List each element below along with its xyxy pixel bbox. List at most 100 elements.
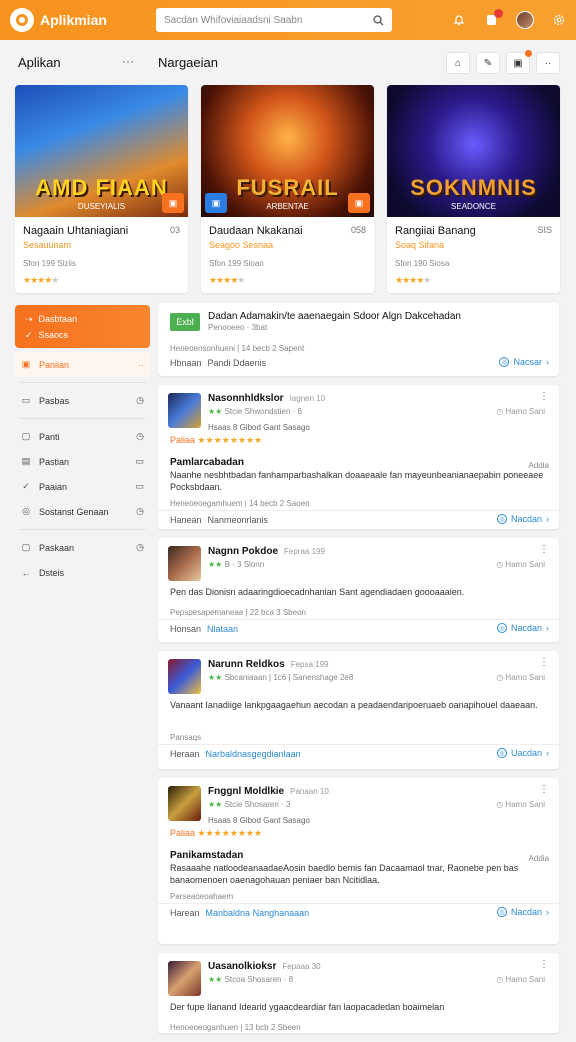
- sidebar-item-action-icon[interactable]: ▭: [135, 481, 144, 492]
- post-cta-button[interactable]: ◎ Uacdan ›: [496, 748, 549, 758]
- post-cta-button[interactable]: ◎ Nacdan ›: [496, 514, 549, 524]
- post-body: Naanhe nesbhtbadan fanhamparbashalkan do…: [170, 470, 544, 492]
- post-card[interactable]: Nagnn Pokdoe Fepraa 199 ★★ B · 3 Slonn ⋮ …: [158, 538, 559, 642]
- post-app-name[interactable]: Nasonnhldkslor Iagnen 10: [208, 393, 325, 404]
- featured-card[interactable]: SOKNMNIS SEADONCE Rangiiai Banang SIS So…: [387, 85, 560, 293]
- more-options-icon[interactable]: ··: [536, 52, 560, 74]
- home-icon[interactable]: ⌂: [446, 52, 470, 74]
- sidebar-item-action-icon[interactable]: ▭: [135, 456, 144, 467]
- sidebar-item-action-icon[interactable]: ◷: [136, 542, 144, 553]
- sidebar-active-item-1[interactable]: ⇢ Dasbtaan: [25, 311, 140, 327]
- post-cta-button[interactable]: ◎ Nacdan ›: [496, 907, 549, 917]
- sidebar-item-label: Paskaan: [39, 542, 75, 553]
- edit-icon[interactable]: ✎: [476, 52, 500, 74]
- sidebar-item[interactable]: ▤ Pastian ▭: [15, 449, 150, 474]
- post-time: Fepaaa 30: [282, 962, 321, 971]
- sidebar-item[interactable]: ← Dsteis: [15, 560, 150, 585]
- post-footer-link[interactable]: Narbaldnasgegdianlaan: [206, 749, 301, 759]
- post-footer: Harean Manbaldna Nanghanaaan: [170, 908, 310, 918]
- sidebar-item[interactable]: ▣ Paniian ··: [15, 352, 150, 377]
- play-icon[interactable]: ▣: [348, 193, 370, 213]
- game-cover-image[interactable]: AMD FIAAN DUSEYIALIS ▣: [15, 85, 188, 217]
- sidebar-item-icon: ▤: [21, 456, 31, 466]
- apps-section-title: Aplikan: [18, 55, 61, 70]
- sidebar-item[interactable]: ▢ Paskaan ◷: [15, 535, 150, 560]
- mini-rating-icon: ★★: [208, 673, 223, 682]
- follow-button[interactable]: ◷ Hamo Sani: [496, 673, 545, 682]
- app-logo[interactable]: Aplikmian: [10, 8, 156, 32]
- inbox-icon[interactable]: ▣: [506, 50, 532, 74]
- post-footer: Honsan Nlataan: [170, 624, 239, 634]
- post-more-icon[interactable]: ⋮: [539, 391, 549, 402]
- star-rating: ★★★★★: [395, 275, 431, 285]
- search-icon[interactable]: [373, 14, 384, 26]
- sidebar-item-icon: ◎: [22, 506, 30, 516]
- post-meta: ★★ B · 3 Slonn: [208, 560, 265, 569]
- post-app-name[interactable]: Nagnn Pokdoe Fepraa 199: [208, 546, 325, 557]
- post-footer: Heraan Narbaldnasgegdianlaan: [170, 749, 301, 759]
- card-title[interactable]: Rangiiai Banang: [395, 225, 476, 237]
- play-icon[interactable]: ▣: [162, 193, 184, 213]
- game-cover-image[interactable]: SOKNMNIS SEADONCE: [387, 85, 560, 217]
- post-footer-link[interactable]: Nanmeonrlanis: [208, 515, 269, 525]
- sidebar-item-icon: ✓: [22, 481, 30, 491]
- featured-card[interactable]: FUSRAIL ARBENTAE ▣ ▣ Daudaan Nkakanai 05…: [201, 85, 374, 293]
- sidebar-item-action-icon[interactable]: ◷: [136, 431, 144, 442]
- post-card[interactable]: Nasonnhldkslor Iagnen 10 ★★ Stcie Shwonds…: [158, 385, 559, 529]
- follow-button[interactable]: ◷ Hamo Sani: [496, 560, 545, 569]
- post-more-icon[interactable]: ⋮: [539, 657, 549, 668]
- card-title[interactable]: Daudaan Nkakanai: [209, 225, 303, 237]
- settings-icon[interactable]: [552, 13, 566, 27]
- post-footer-link[interactable]: Nlataan: [207, 624, 238, 634]
- post-body: Rasaaahe natloodeanaadaeAosin baedlo bem…: [170, 863, 519, 885]
- feed: Exbl Dadan Adamakin/te aaenaegain Sdoor …: [158, 303, 559, 1042]
- post-more-icon[interactable]: ⋮: [539, 959, 549, 970]
- follow-button[interactable]: ◷ Hamo Sani: [496, 800, 545, 809]
- app-thumbnail[interactable]: [168, 393, 201, 428]
- bell-icon[interactable]: [452, 13, 466, 27]
- post-cta-button[interactable]: ◎ Nacdan ›: [496, 623, 549, 633]
- post-app-name[interactable]: Fnggnl Moldlkie Panaan 10: [208, 786, 329, 797]
- sidebar-item[interactable]: ▢ Panti ◷: [15, 424, 150, 449]
- post-divider: [158, 510, 559, 511]
- share-icon[interactable]: ▣: [205, 193, 227, 213]
- apps-more-button[interactable]: ···: [122, 54, 134, 68]
- post-app-name[interactable]: Narunn Reldkos Fepsa 199: [208, 659, 329, 670]
- post-more-icon[interactable]: ⋮: [539, 784, 549, 795]
- game-cover-image[interactable]: FUSRAIL ARBENTAE ▣ ▣: [201, 85, 374, 217]
- post-app-name[interactable]: Uasanolkioksr Fepaaa 30: [208, 961, 321, 972]
- sidebar-item[interactable]: ▭ Pasbas ◷: [15, 388, 150, 413]
- app-thumbnail[interactable]: [168, 546, 201, 581]
- star-rating: ★★★★★: [209, 275, 245, 285]
- search-input[interactable]: Sacdan Whifoviaiaadsni Saabn: [156, 8, 392, 32]
- sidebar-item-action-icon[interactable]: ◷: [136, 506, 144, 517]
- announcement-cta-button[interactable]: ◎ Nacsar ›: [499, 357, 549, 367]
- sidebar-item-action-icon[interactable]: ◷: [136, 395, 144, 406]
- card-title[interactable]: Nagaain Uhtaniagiani: [23, 225, 128, 237]
- announcement-foot-link[interactable]: Pandi Ddaenis: [208, 358, 267, 368]
- sidebar-active-item-2[interactable]: ✓ Ssaocs: [25, 327, 140, 343]
- post-more-icon[interactable]: ⋮: [539, 544, 549, 555]
- post-body: Pen das Dionisn adaaringdioecadnhanian S…: [170, 587, 465, 597]
- announcement-card[interactable]: Exbl Dadan Adamakin/te aaenaegain Sdoor …: [158, 303, 559, 376]
- sidebar-item[interactable]: ✓ Paaian ▭: [15, 474, 150, 499]
- post-footer: Hanean Nanmeonrlanis: [170, 515, 269, 525]
- notification-icon[interactable]: [484, 9, 503, 27]
- sidebar-active-group[interactable]: ⇢ Dasbtaan ✓ Ssaocs: [15, 305, 150, 348]
- follow-button[interactable]: ◷ Hamo Sani: [496, 975, 545, 984]
- featured-card[interactable]: AMD FIAAN DUSEYIALIS ▣ Nagaain Uhtaniagi…: [15, 85, 188, 293]
- post-card[interactable]: Uasanolkioksr Fepaaa 30 ★★ Stcoa Shosaren…: [158, 953, 559, 1033]
- sidebar-item-icon: ←: [21, 567, 31, 578]
- follow-button[interactable]: ◷ Hamo Sani: [496, 407, 545, 416]
- user-avatar[interactable]: [516, 11, 534, 29]
- sidebar-item-action-icon[interactable]: ··: [138, 360, 144, 370]
- app-thumbnail[interactable]: [168, 659, 201, 694]
- sidebar-item[interactable]: ◎ Sostanst Genaan ◷: [15, 499, 150, 524]
- post-footer-link[interactable]: Manbaldna Nanghanaaan: [206, 908, 310, 918]
- post-card[interactable]: Narunn Reldkos Fepsa 199 ★★ Sbcaniaaan | …: [158, 651, 559, 769]
- app-thumbnail[interactable]: [168, 961, 201, 996]
- post-card[interactable]: Fnggnl Moldlkie Panaan 10 ★★ Stcie Shosar…: [158, 778, 559, 944]
- announcement-title[interactable]: Dadan Adamakin/te aaenaegain Sdoor Algn …: [208, 311, 461, 322]
- announcement-metrics: Heneoensonhueni | 14 becb 2 Sapent: [170, 344, 305, 353]
- app-thumbnail[interactable]: [168, 786, 201, 821]
